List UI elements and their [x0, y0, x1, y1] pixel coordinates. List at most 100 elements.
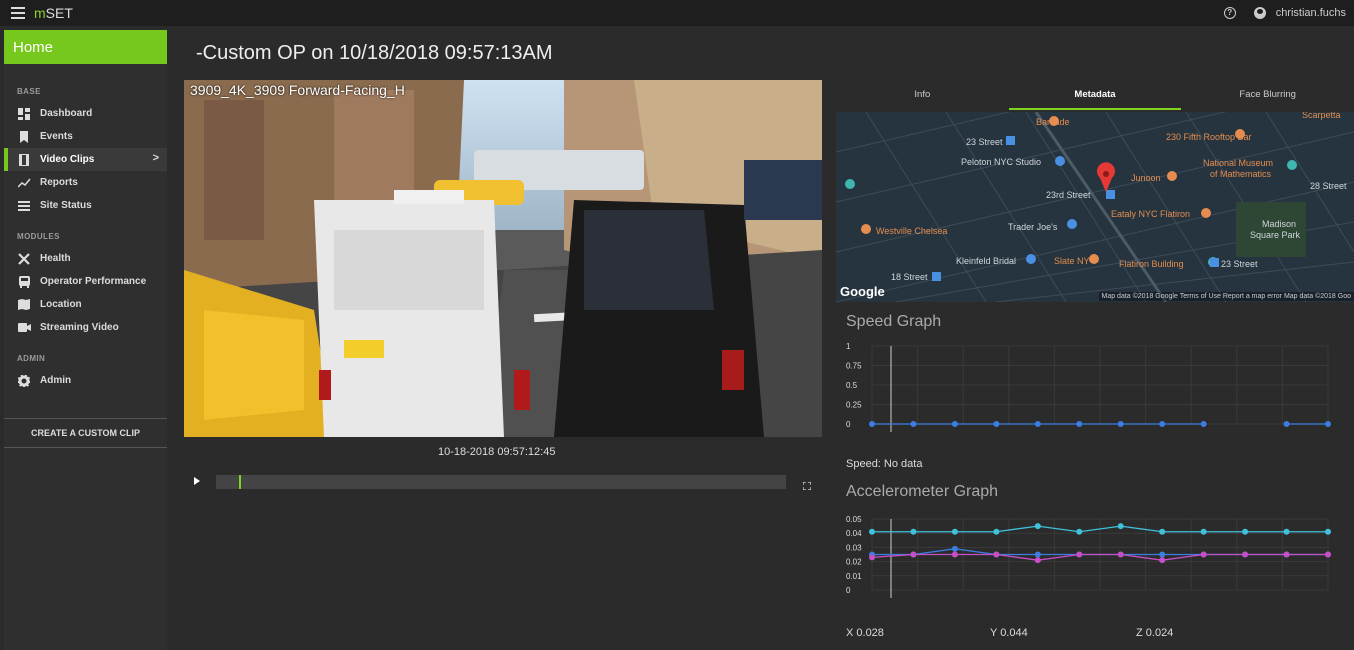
sidebar-item-health[interactable]: Health — [4, 247, 167, 270]
y-tick-label: 0.02 — [846, 558, 862, 567]
y-tick-label: 1 — [846, 342, 851, 351]
sidebar-item-video-clips[interactable]: Video Clips > — [4, 148, 167, 171]
data-point — [1076, 528, 1083, 535]
sidebar-item-label: Operator Performance — [40, 276, 147, 287]
map-label-flatiron: Flatiron Building — [1119, 259, 1184, 269]
video-timestamp: 10-18-2018 09:57:12:45 — [438, 446, 556, 458]
gear-icon — [17, 374, 31, 387]
video-scrubber[interactable] — [216, 475, 786, 489]
data-point — [1117, 523, 1124, 530]
map-label-23-street: 23 Street — [966, 137, 1003, 147]
play-icon[interactable] — [194, 477, 200, 485]
sidebar-item-label: Site Status — [40, 200, 92, 211]
map-label-madison-1: Madison — [1262, 219, 1296, 229]
sidebar-item-label: Video Clips — [40, 154, 95, 165]
section-base: BASE — [17, 87, 41, 96]
map-label-slate: Slate NY — [1054, 256, 1090, 266]
sidebar-item-location[interactable]: Location — [4, 293, 167, 316]
trend-icon — [17, 177, 31, 189]
sidebar-item-admin[interactable]: Admin — [4, 369, 167, 392]
tab-face-blurring[interactable]: Face Blurring — [1181, 82, 1354, 110]
list-icon — [17, 200, 31, 212]
data-point — [1034, 557, 1041, 564]
map-label-18-street: 18 Street — [891, 272, 928, 282]
y-tick-label: 0 — [846, 586, 851, 595]
map-label-peloton: Peloton NYC Studio — [961, 157, 1041, 167]
data-point — [1159, 551, 1166, 558]
speed-graph-title: Speed Graph — [846, 313, 942, 330]
data-point — [869, 528, 875, 535]
tab-info[interactable]: Info — [836, 82, 1009, 110]
map-label-math-museum-1: National Museum — [1203, 158, 1273, 168]
data-point — [1283, 551, 1290, 558]
video-camera-icon — [17, 322, 31, 334]
sidebar-item-operator-performance[interactable]: Operator Performance — [4, 270, 167, 293]
accel-z-value: Z 0.024 — [1136, 627, 1174, 639]
data-point — [1283, 528, 1290, 535]
sidebar-item-label: Location — [40, 299, 82, 310]
brand-suffix: SET — [45, 5, 73, 21]
sidebar-home[interactable]: Home — [4, 30, 167, 64]
data-point — [869, 554, 875, 561]
data-point — [1242, 551, 1249, 558]
data-point — [1034, 523, 1041, 530]
map-attribution[interactable]: Map data ©2018 Google Terms of Use Repor… — [1098, 292, 1354, 301]
map-label-trader-joes: Trader Joe's — [1008, 222, 1058, 232]
menu-icon[interactable] — [11, 7, 25, 19]
data-point — [951, 545, 958, 552]
sidebar-item-label: Admin — [40, 375, 72, 386]
sidebar-item-dashboard[interactable]: Dashboard — [4, 102, 167, 125]
section-modules: MODULES — [17, 232, 60, 241]
bus-icon — [17, 275, 31, 288]
sidebar-item-site-status[interactable]: Site Status — [4, 194, 167, 217]
data-point — [1159, 528, 1166, 535]
data-point — [1076, 421, 1083, 427]
sidebar-item-label: Dashboard — [40, 108, 93, 119]
data-point — [1034, 551, 1041, 558]
video-player[interactable]: 3909_4K_3909 Forward-Facing_H — [184, 80, 822, 437]
data-point — [993, 528, 1000, 535]
map-label-eataly: Eataly NYC Flatiron — [1111, 209, 1190, 219]
tools-icon — [17, 252, 31, 265]
data-point — [1283, 421, 1290, 427]
sidebar-item-label: Health — [40, 253, 71, 264]
sidebar-item-reports[interactable]: Reports — [4, 171, 167, 194]
map-label-kleinfeld: Kleinfeld Bridal — [956, 256, 1016, 266]
accelerometer-graph-title: Accelerometer Graph — [846, 483, 999, 500]
create-custom-clip-button[interactable]: CREATE A CUSTOM CLIP — [4, 418, 167, 448]
film-icon — [17, 153, 31, 166]
chevron-right-icon: > — [152, 152, 159, 164]
map[interactable]: Barcade Scarpetta 230 Fifth Rooftop Bar … — [836, 112, 1354, 302]
data-point — [1325, 551, 1331, 558]
data-point — [1034, 421, 1041, 427]
fullscreen-icon[interactable] — [802, 477, 812, 491]
user-icon[interactable] — [1253, 7, 1266, 19]
data-point — [1242, 528, 1249, 535]
sidebar-item-events[interactable]: Events — [4, 125, 167, 148]
map-label-madison-2: Square Park — [1250, 230, 1301, 240]
data-point — [1117, 551, 1124, 558]
section-admin: ADMIN — [17, 354, 46, 363]
sidebar-item-streaming-video[interactable]: Streaming Video — [4, 316, 167, 339]
data-point — [1200, 421, 1207, 427]
dashboard-icon — [17, 107, 31, 120]
y-tick-label: 0.25 — [846, 401, 862, 410]
data-point — [1200, 528, 1207, 535]
data-point — [1117, 421, 1124, 427]
sidebar: Home BASE Dashboard Events Video Clips >… — [4, 30, 167, 650]
y-tick-label: 0.01 — [846, 572, 862, 581]
username[interactable]: christian.fuchs — [1276, 7, 1346, 19]
y-tick-label: 0.75 — [846, 362, 862, 371]
sidebar-item-label: Events — [40, 131, 73, 142]
brand-logo[interactable]: mSET — [34, 5, 73, 21]
speed-status: Speed: No data — [846, 458, 923, 470]
map-label-westville: Westville Chelsea — [876, 226, 947, 236]
y-tick-label: 0.03 — [846, 543, 862, 552]
data-point — [951, 528, 958, 535]
help-icon[interactable]: ? — [1223, 7, 1236, 19]
data-point — [1076, 551, 1083, 558]
data-point — [951, 551, 958, 558]
y-tick-label: 0.05 — [846, 515, 862, 524]
tab-metadata[interactable]: Metadata — [1008, 82, 1182, 110]
map-label-23rd-street: 23rd Street — [1046, 190, 1091, 200]
